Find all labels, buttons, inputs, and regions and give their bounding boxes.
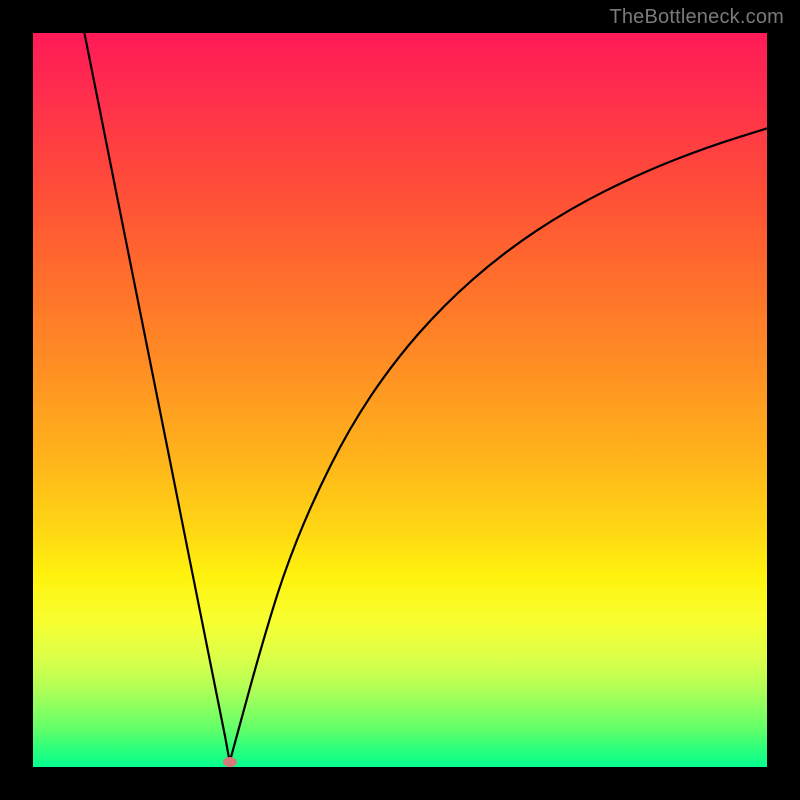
bottleneck-curve — [84, 33, 767, 762]
curve-svg — [33, 33, 767, 767]
watermark-text: TheBottleneck.com — [609, 6, 784, 29]
minimum-dot — [223, 757, 237, 767]
chart-frame: TheBottleneck.com — [0, 0, 800, 800]
plot-area — [33, 33, 767, 767]
